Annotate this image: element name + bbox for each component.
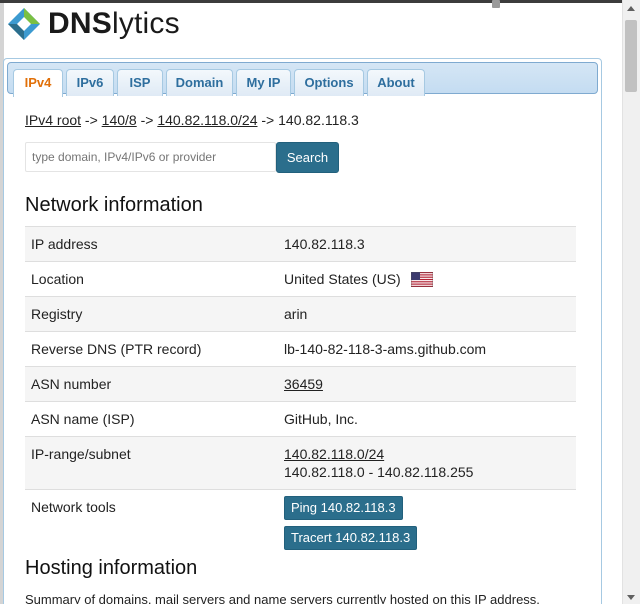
asn-number-cell: 36459 xyxy=(278,366,576,402)
vertical-scrollbar[interactable] xyxy=(622,0,640,604)
tab-options[interactable]: Options xyxy=(294,69,364,96)
scroll-down-icon[interactable] xyxy=(627,595,635,600)
search-button[interactable]: Search xyxy=(276,142,339,173)
window-indicator-icon xyxy=(492,0,500,8)
ip-address-value: 140.82.118.3 xyxy=(278,226,576,262)
ip-range-value: 140.82.118.0 - 140.82.118.255 xyxy=(284,464,474,480)
network-info-table: IP address 140.82.118.3 Location United … xyxy=(25,226,576,556)
window-frame-top xyxy=(0,0,640,3)
breadcrumb: IPv4 root -> 140/8 -> 140.82.118.0/24 ->… xyxy=(25,112,359,128)
hosting-info-heading: Hosting information xyxy=(25,557,198,579)
asn-name-value: GitHub, Inc. xyxy=(278,401,576,437)
table-row: IP address 140.82.118.3 xyxy=(25,226,576,262)
us-flag-icon xyxy=(410,272,433,287)
scroll-up-icon[interactable] xyxy=(627,6,635,11)
tab-ipv6[interactable]: IPv6 xyxy=(66,69,114,96)
row-label: Network tools xyxy=(25,489,278,556)
table-row: Registry arin xyxy=(25,296,576,332)
registry-value: arin xyxy=(278,296,576,332)
scrollbar-thumb[interactable] xyxy=(625,20,637,92)
row-label: IP-range/subnet xyxy=(25,436,278,490)
tab-my-ip[interactable]: My IP xyxy=(236,69,291,96)
location-value: United States (US) xyxy=(284,271,401,287)
row-label: ASN number xyxy=(25,366,278,402)
asn-number-link[interactable]: 36459 xyxy=(284,376,323,392)
breadcrumb-separator: -> xyxy=(136,112,158,128)
page: DNSlytics IPv4 IPv6 ISP Domain My IP Opt… xyxy=(0,0,640,604)
ping-button[interactable]: Ping 140.82.118.3 xyxy=(284,496,403,520)
breadcrumb-level2-link[interactable]: 140.82.118.0/24 xyxy=(157,112,257,128)
breadcrumb-current: 140.82.118.3 xyxy=(278,112,359,128)
tab-domain[interactable]: Domain xyxy=(166,69,233,96)
location-cell: United States (US) xyxy=(278,261,576,297)
tab-ipv4[interactable]: IPv4 xyxy=(13,69,63,97)
row-label: IP address xyxy=(25,226,278,262)
breadcrumb-separator: -> xyxy=(257,112,279,128)
row-label: ASN name (ISP) xyxy=(25,401,278,437)
logo-text: DNSlytics xyxy=(48,7,180,40)
row-label: Location xyxy=(25,261,278,297)
row-label: Reverse DNS (PTR record) xyxy=(25,331,278,367)
network-info-heading: Network information xyxy=(25,194,203,216)
tab-about[interactable]: About xyxy=(367,69,425,96)
tracert-button[interactable]: Tracert 140.82.118.3 xyxy=(284,526,418,550)
dnslytics-logo-icon xyxy=(8,8,40,40)
reverse-dns-value: lb-140-82-118-3-ams.github.com xyxy=(278,331,576,367)
breadcrumb-level1-link[interactable]: 140/8 xyxy=(102,112,137,128)
table-row: ASN name (ISP) GitHub, Inc. xyxy=(25,401,576,437)
table-row: IP-range/subnet 140.82.118.0/24 140.82.1… xyxy=(25,436,576,490)
search-input[interactable] xyxy=(25,142,276,172)
table-row: Location United States (US) xyxy=(25,261,576,297)
breadcrumb-root-link[interactable]: IPv4 root xyxy=(25,112,81,128)
hosting-description: Summary of domains, mail servers and nam… xyxy=(25,592,540,604)
breadcrumb-separator: -> xyxy=(81,112,102,128)
site-logo[interactable]: DNSlytics xyxy=(6,4,180,44)
row-label: Registry xyxy=(25,296,278,332)
tab-isp[interactable]: ISP xyxy=(117,69,163,96)
network-tools-cell: Ping 140.82.118.3 Tracert 140.82.118.3 xyxy=(278,489,576,556)
table-row: Reverse DNS (PTR record) lb-140-82-118-3… xyxy=(25,331,576,367)
ip-range-cell: 140.82.118.0/24 140.82.118.0 - 140.82.11… xyxy=(278,436,576,490)
table-row: ASN number 36459 xyxy=(25,366,576,402)
subnet-link[interactable]: 140.82.118.0/24 xyxy=(284,446,384,462)
table-row: Network tools Ping 140.82.118.3 Tracert … xyxy=(25,489,576,556)
tab-bar: IPv4 IPv6 ISP Domain My IP Options About xyxy=(7,62,598,97)
